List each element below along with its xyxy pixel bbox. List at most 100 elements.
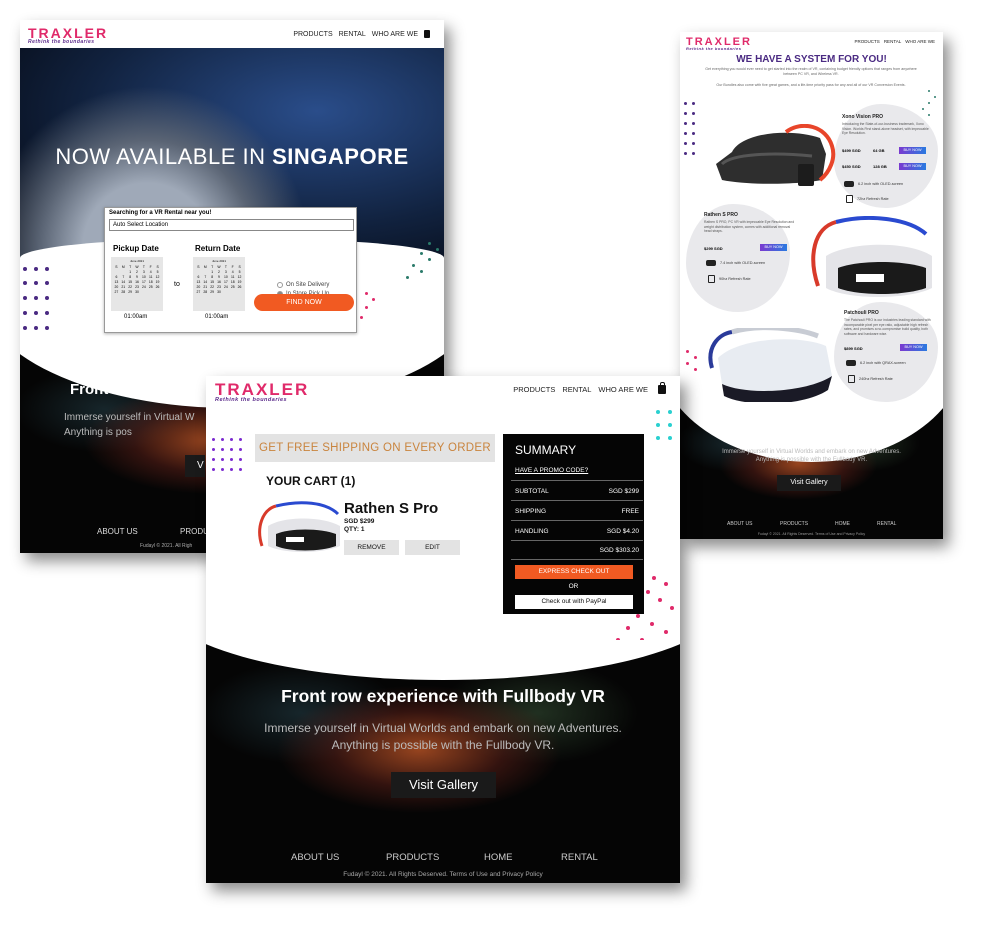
edit-item-button[interactable]: EDIT <box>405 540 460 555</box>
calendar-day[interactable]: 1 <box>127 270 134 274</box>
calendar-day[interactable]: 15 <box>127 280 134 284</box>
calendar-day[interactable]: 23 <box>216 285 223 289</box>
promo-code-link[interactable]: HAVE A PROMO CODE? <box>515 467 588 474</box>
calendar-day[interactable]: 19 <box>236 280 243 284</box>
product-1-buy-now-1[interactable]: BUY NOW <box>899 147 926 154</box>
calendar-day[interactable]: 10 <box>140 275 147 279</box>
calendar-day[interactable]: 21 <box>202 285 209 289</box>
home-nav-products[interactable]: PRODUCTS <box>293 31 332 38</box>
calendar-day[interactable]: 29 <box>127 290 134 294</box>
location-select[interactable]: Auto Select Location <box>109 219 354 231</box>
find-now-button[interactable]: FIND NOW <box>254 294 354 311</box>
calendar-day[interactable]: 26 <box>154 285 161 289</box>
calendar-day[interactable]: 12 <box>236 275 243 279</box>
calendar-day[interactable]: 21 <box>120 285 127 289</box>
calendar-day[interactable]: 4 <box>229 270 236 274</box>
calendar-day[interactable]: 16 <box>216 280 223 284</box>
calendar-day[interactable]: 9 <box>216 275 223 279</box>
calendar-day[interactable]: 19 <box>154 280 161 284</box>
calendar-day[interactable]: 5 <box>236 270 243 274</box>
cart-nav-rental[interactable]: RENTAL <box>562 385 591 394</box>
cart-visit-gallery-button[interactable]: Visit Gallery <box>391 772 496 798</box>
products-nav-rental[interactable]: RENTAL <box>884 39 901 44</box>
calendar-day[interactable]: 6 <box>113 275 120 279</box>
pickup-calendar-grid[interactable]: S M T W T F S 1 2 3 4 5 6 7 8 9 10 11 12 13 14 15 16 17 18 19 20 21… <box>111 263 163 296</box>
calendar-day[interactable]: 22 <box>209 285 216 289</box>
products-footer-about[interactable]: ABOUT US <box>727 521 752 527</box>
calendar-day[interactable]: 28 <box>202 290 209 294</box>
products-nav-who-are-we[interactable]: WHO ARE WE <box>905 39 935 44</box>
home-footer-about[interactable]: ABOUT US <box>97 527 138 536</box>
shopping-bag-icon[interactable] <box>424 30 430 38</box>
calendar-day[interactable]: 9 <box>134 275 141 279</box>
product-2-buy-now[interactable]: BUY NOW <box>760 244 787 251</box>
cart-footer-rental[interactable]: RENTAL <box>561 852 598 863</box>
cart-footer-home[interactable]: HOME <box>484 852 513 863</box>
calendar-day[interactable]: 14 <box>202 280 209 284</box>
calendar-day[interactable]: 7 <box>202 275 209 279</box>
cart-nav-products[interactable]: PRODUCTS <box>513 385 555 394</box>
calendar-day[interactable]: 16 <box>134 280 141 284</box>
calendar-day[interactable]: 22 <box>127 285 134 289</box>
home-footer-products[interactable]: PRODU <box>180 527 209 536</box>
calendar-day[interactable]: 12 <box>154 275 161 279</box>
calendar-day[interactable]: 18 <box>147 280 154 284</box>
products-visit-gallery-button[interactable]: Visit Gallery <box>777 475 841 491</box>
remove-item-button[interactable]: REMOVE <box>344 540 399 555</box>
calendar-day[interactable]: 26 <box>236 285 243 289</box>
calendar-day[interactable]: 11 <box>147 275 154 279</box>
calendar-day[interactable]: 14 <box>120 280 127 284</box>
home-visit-gallery-button[interactable]: V <box>185 455 205 477</box>
products-footer-home[interactable]: HOME <box>835 521 850 527</box>
pickup-calendar[interactable]: June 2021 S M T W T F S 1 2 3 4 5 6 7 8 9 10 11 12 13 14 15 16… <box>111 257 163 311</box>
calendar-day[interactable]: 6 <box>195 275 202 279</box>
calendar-day[interactable]: 25 <box>147 285 154 289</box>
calendar-day[interactable]: 20 <box>195 285 202 289</box>
calendar-day[interactable]: 18 <box>229 280 236 284</box>
calendar-day[interactable]: 10 <box>222 275 229 279</box>
calendar-day[interactable]: 3 <box>222 270 229 274</box>
calendar-day[interactable]: 11 <box>229 275 236 279</box>
calendar-day[interactable]: 5 <box>154 270 161 274</box>
shopping-bag-icon[interactable] <box>658 382 666 394</box>
pickup-time[interactable]: 01:00am <box>124 314 147 320</box>
calendar-day[interactable]: 2 <box>216 270 223 274</box>
calendar-day[interactable]: 3 <box>140 270 147 274</box>
cart-nav-who-are-we[interactable]: WHO ARE WE <box>598 385 648 394</box>
radio-icon[interactable] <box>277 282 283 288</box>
calendar-day[interactable]: 13 <box>113 280 120 284</box>
home-nav-rental[interactable]: RENTAL <box>339 31 366 38</box>
cart-logo[interactable]: TRAXLER Rethink the boundaries <box>215 380 309 403</box>
return-calendar[interactable]: June 2021 S M T W T F S 1 2 3 4 5 6 7 8 9 10 11 12 13 14 15 16… <box>193 257 245 311</box>
product-1-buy-now-2[interactable]: BUY NOW <box>899 163 926 170</box>
calendar-day[interactable]: 2 <box>134 270 141 274</box>
calendar-day[interactable]: 30 <box>216 290 223 294</box>
calendar-day[interactable]: 28 <box>120 290 127 294</box>
products-logo[interactable]: TRAXLER Rethink the boundaries <box>686 36 752 51</box>
express-checkout-button[interactable]: EXPRESS CHECK OUT <box>515 565 633 579</box>
calendar-day[interactable]: 4 <box>147 270 154 274</box>
calendar-day[interactable]: 29 <box>209 290 216 294</box>
calendar-day[interactable]: 8 <box>209 275 216 279</box>
calendar-day[interactable]: 13 <box>195 280 202 284</box>
calendar-day[interactable]: 30 <box>134 290 141 294</box>
cart-footer-about[interactable]: ABOUT US <box>291 852 339 863</box>
cart-footer-products[interactable]: PRODUCTS <box>386 852 439 863</box>
calendar-day[interactable]: 23 <box>134 285 141 289</box>
products-footer-rental[interactable]: RENTAL <box>877 521 896 527</box>
paypal-checkout-button[interactable]: Check out with PayPal <box>515 595 633 609</box>
home-nav-who-are-we[interactable]: WHO ARE WE <box>372 31 418 38</box>
calendar-day[interactable]: 24 <box>140 285 147 289</box>
calendar-day[interactable]: 27 <box>195 290 202 294</box>
products-nav-products[interactable]: PRODUCTS <box>855 39 880 44</box>
calendar-day[interactable]: 25 <box>229 285 236 289</box>
calendar-day[interactable]: 27 <box>113 290 120 294</box>
products-footer-products[interactable]: PRODUCTS <box>780 521 808 527</box>
calendar-day[interactable]: 17 <box>222 280 229 284</box>
calendar-day[interactable]: 24 <box>222 285 229 289</box>
calendar-day[interactable]: 8 <box>127 275 134 279</box>
calendar-day[interactable]: 20 <box>113 285 120 289</box>
product-3-buy-now[interactable]: BUY NOW <box>900 344 927 351</box>
calendar-day[interactable]: 7 <box>120 275 127 279</box>
home-logo[interactable]: TRAXLER Rethink the boundaries <box>28 25 108 45</box>
